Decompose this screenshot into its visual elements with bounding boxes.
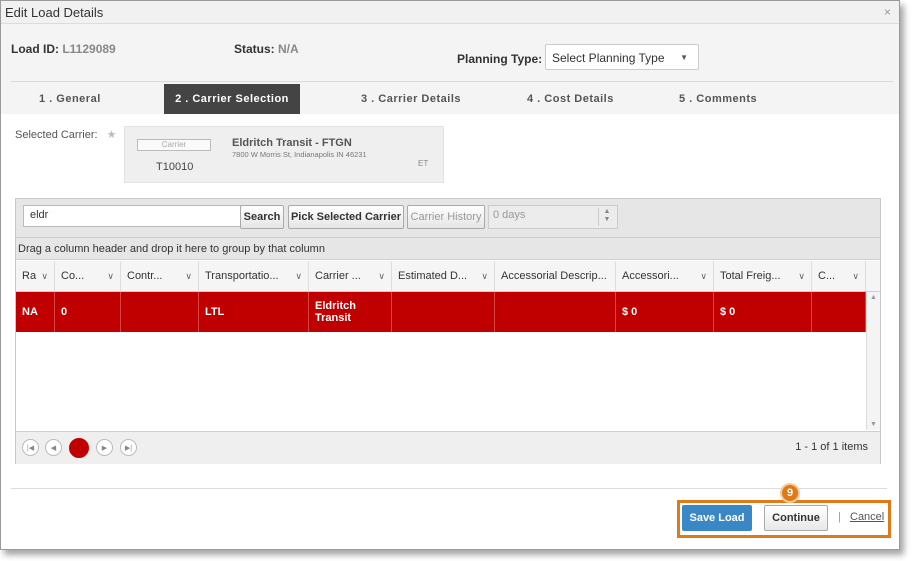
column-header[interactable]: Transportatio... ∨ — [199, 261, 309, 291]
column-header[interactable]: Carrier ... ∨ — [309, 261, 392, 291]
column-header[interactable]: C... ∨ — [812, 261, 866, 291]
chevron-down-icon: ∨ — [481, 271, 488, 281]
prev-page-icon[interactable]: ◀ — [45, 439, 62, 456]
column-header-label: Estimated D... — [398, 270, 468, 282]
required-star-icon: ★ — [106, 129, 117, 141]
column-header-label: Ra — [22, 270, 37, 282]
table-row[interactable]: NA 0 LTL Eldritch Transit $ 0 $ 0 — [16, 292, 866, 332]
chevron-down-icon: ∨ — [378, 271, 385, 281]
chevron-down-icon: ∨ — [852, 271, 859, 281]
group-by-hint[interactable]: Drag a column header and drop it here to… — [16, 238, 880, 260]
dialog-titlebar: Edit Load Details × — [1, 1, 899, 24]
footer-separator: | — [838, 511, 841, 523]
carrier-code: T10010 — [156, 161, 194, 173]
column-header-label: Accessorial Descrip... — [501, 270, 607, 282]
planning-type-select[interactable]: Select Planning Type ▼ — [545, 44, 699, 70]
carrier-name: Eldritch Transit - FTGN — [232, 137, 352, 149]
pick-selected-carrier-button[interactable]: Pick Selected Carrier — [288, 205, 404, 229]
chevron-down-icon: ∨ — [700, 271, 707, 281]
save-load-button[interactable]: Save Load — [682, 505, 752, 531]
column-header-label: Contr... — [127, 270, 163, 282]
column-header[interactable]: Contr... ∨ — [121, 261, 199, 291]
load-id-label: Load ID: — [11, 42, 59, 56]
close-icon[interactable]: × — [884, 5, 891, 19]
scroll-up-icon[interactable]: ▲ — [870, 294, 877, 301]
table-cell: $ 0 — [616, 292, 714, 332]
vertical-scrollbar[interactable]: ▲ ▼ — [866, 292, 880, 430]
column-header[interactable]: Ra ∨ — [16, 261, 55, 291]
load-id-value: L1129089 — [62, 42, 116, 56]
column-header[interactable]: Estimated D... ∨ — [392, 261, 495, 291]
tab-cost-details[interactable]: 4 . Cost Details — [527, 84, 627, 114]
column-header-label: Carrier ... — [315, 270, 361, 282]
column-header[interactable]: Co... ∨ — [55, 261, 121, 291]
column-header-label: C... — [818, 270, 836, 282]
chevron-down-icon: ▼ — [680, 53, 688, 62]
cancel-link[interactable]: Cancel — [850, 511, 884, 523]
load-id: Load ID: L1129089 — [11, 42, 116, 56]
column-header-label: Total Freig... — [720, 270, 781, 282]
column-header[interactable]: Accessorial Descrip... — [495, 261, 616, 291]
column-header-label: Transportatio... — [205, 270, 279, 282]
table-cell — [812, 292, 866, 332]
column-header-label: Co... — [61, 270, 85, 282]
chevron-down-icon: ∨ — [107, 271, 114, 281]
chevron-down-icon: ∨ — [295, 271, 302, 281]
table-cell — [121, 292, 199, 332]
table-cell: $ 0 — [714, 292, 812, 332]
current-page[interactable]: 1 — [69, 438, 89, 458]
table-cell — [495, 292, 616, 332]
wizard-tabs: 1 . General 2 . Carrier Selection 3 . Ca… — [1, 84, 899, 114]
next-page-icon[interactable]: ▶ — [96, 439, 113, 456]
chevron-down-icon: ∨ — [798, 271, 805, 281]
chevron-down-icon: ∨ — [41, 271, 48, 281]
chevron-down-icon: ∨ — [185, 271, 192, 281]
carrier-grid: eldr Search Pick Selected Carrier Carrie… — [15, 198, 881, 464]
selected-carrier-card: Carrier T10010 Eldritch Transit - FTGN 7… — [124, 126, 444, 183]
status-label: Status: — [234, 42, 275, 56]
planning-type-label: Planning Type: — [457, 52, 543, 66]
table-cell: 0 — [55, 292, 121, 332]
selected-carrier-label-text: Selected Carrier: — [15, 129, 98, 141]
selected-carrier-label: Selected Carrier: ★ — [15, 128, 116, 141]
search-button[interactable]: Search — [240, 205, 284, 229]
column-header-row: Ra ∨ Co... ∨ Contr... ∨ Transportatio... ∨ C… — [16, 261, 880, 292]
column-header[interactable]: Total Freig... ∨ — [714, 261, 812, 291]
column-header[interactable]: Accessori... ∨ — [616, 261, 714, 291]
first-page-icon[interactable]: |◀ — [22, 439, 39, 456]
tab-carrier-details[interactable]: 3 . Carrier Details — [361, 84, 471, 114]
pager-info: 1 - 1 of 1 items — [795, 441, 868, 453]
carrier-timezone: ET — [418, 159, 429, 168]
table-cell: LTL — [199, 292, 309, 332]
header-divider — [11, 81, 893, 82]
carrier-logo: Carrier — [137, 139, 211, 151]
carrier-search-input[interactable]: eldr — [23, 205, 241, 227]
last-page-icon[interactable]: ▶| — [120, 439, 137, 456]
grid-toolbar: eldr Search Pick Selected Carrier Carrie… — [16, 199, 880, 238]
step-badge: 9 — [782, 485, 798, 501]
table-cell: Eldritch Transit — [309, 292, 392, 332]
dialog-title: Edit Load Details — [5, 5, 104, 20]
tab-carrier-selection[interactable]: 2 . Carrier Selection — [164, 84, 300, 114]
footer-divider — [11, 488, 887, 489]
table-cell — [392, 292, 495, 332]
days-stepper[interactable]: 0 days ▲ ▼ — [488, 205, 618, 229]
grid-pager: |◀ ◀ 1 ▶ ▶| 1 - 1 of 1 items — [16, 431, 880, 464]
planning-type-value: Select Planning Type — [552, 51, 665, 65]
spinner-arrows-icon[interactable]: ▲ ▼ — [598, 208, 615, 226]
tab-general[interactable]: 1 . General — [39, 84, 119, 114]
carrier-history-button[interactable]: Carrier History — [407, 205, 485, 229]
carrier-address: 7800 W Morris St, Indianapolis IN 46231 — [232, 150, 367, 159]
continue-button[interactable]: Continue — [764, 505, 828, 531]
table-cell: NA — [16, 292, 55, 332]
days-value: 0 days — [493, 209, 526, 221]
edit-load-dialog: Edit Load Details × Load ID: L1129089 St… — [0, 0, 900, 550]
status: Status: N/A — [234, 42, 299, 56]
column-header-label: Accessori... — [622, 270, 679, 282]
status-value: N/A — [278, 42, 299, 56]
tab-comments[interactable]: 5 . Comments — [679, 84, 769, 114]
scroll-down-icon[interactable]: ▼ — [870, 421, 877, 428]
